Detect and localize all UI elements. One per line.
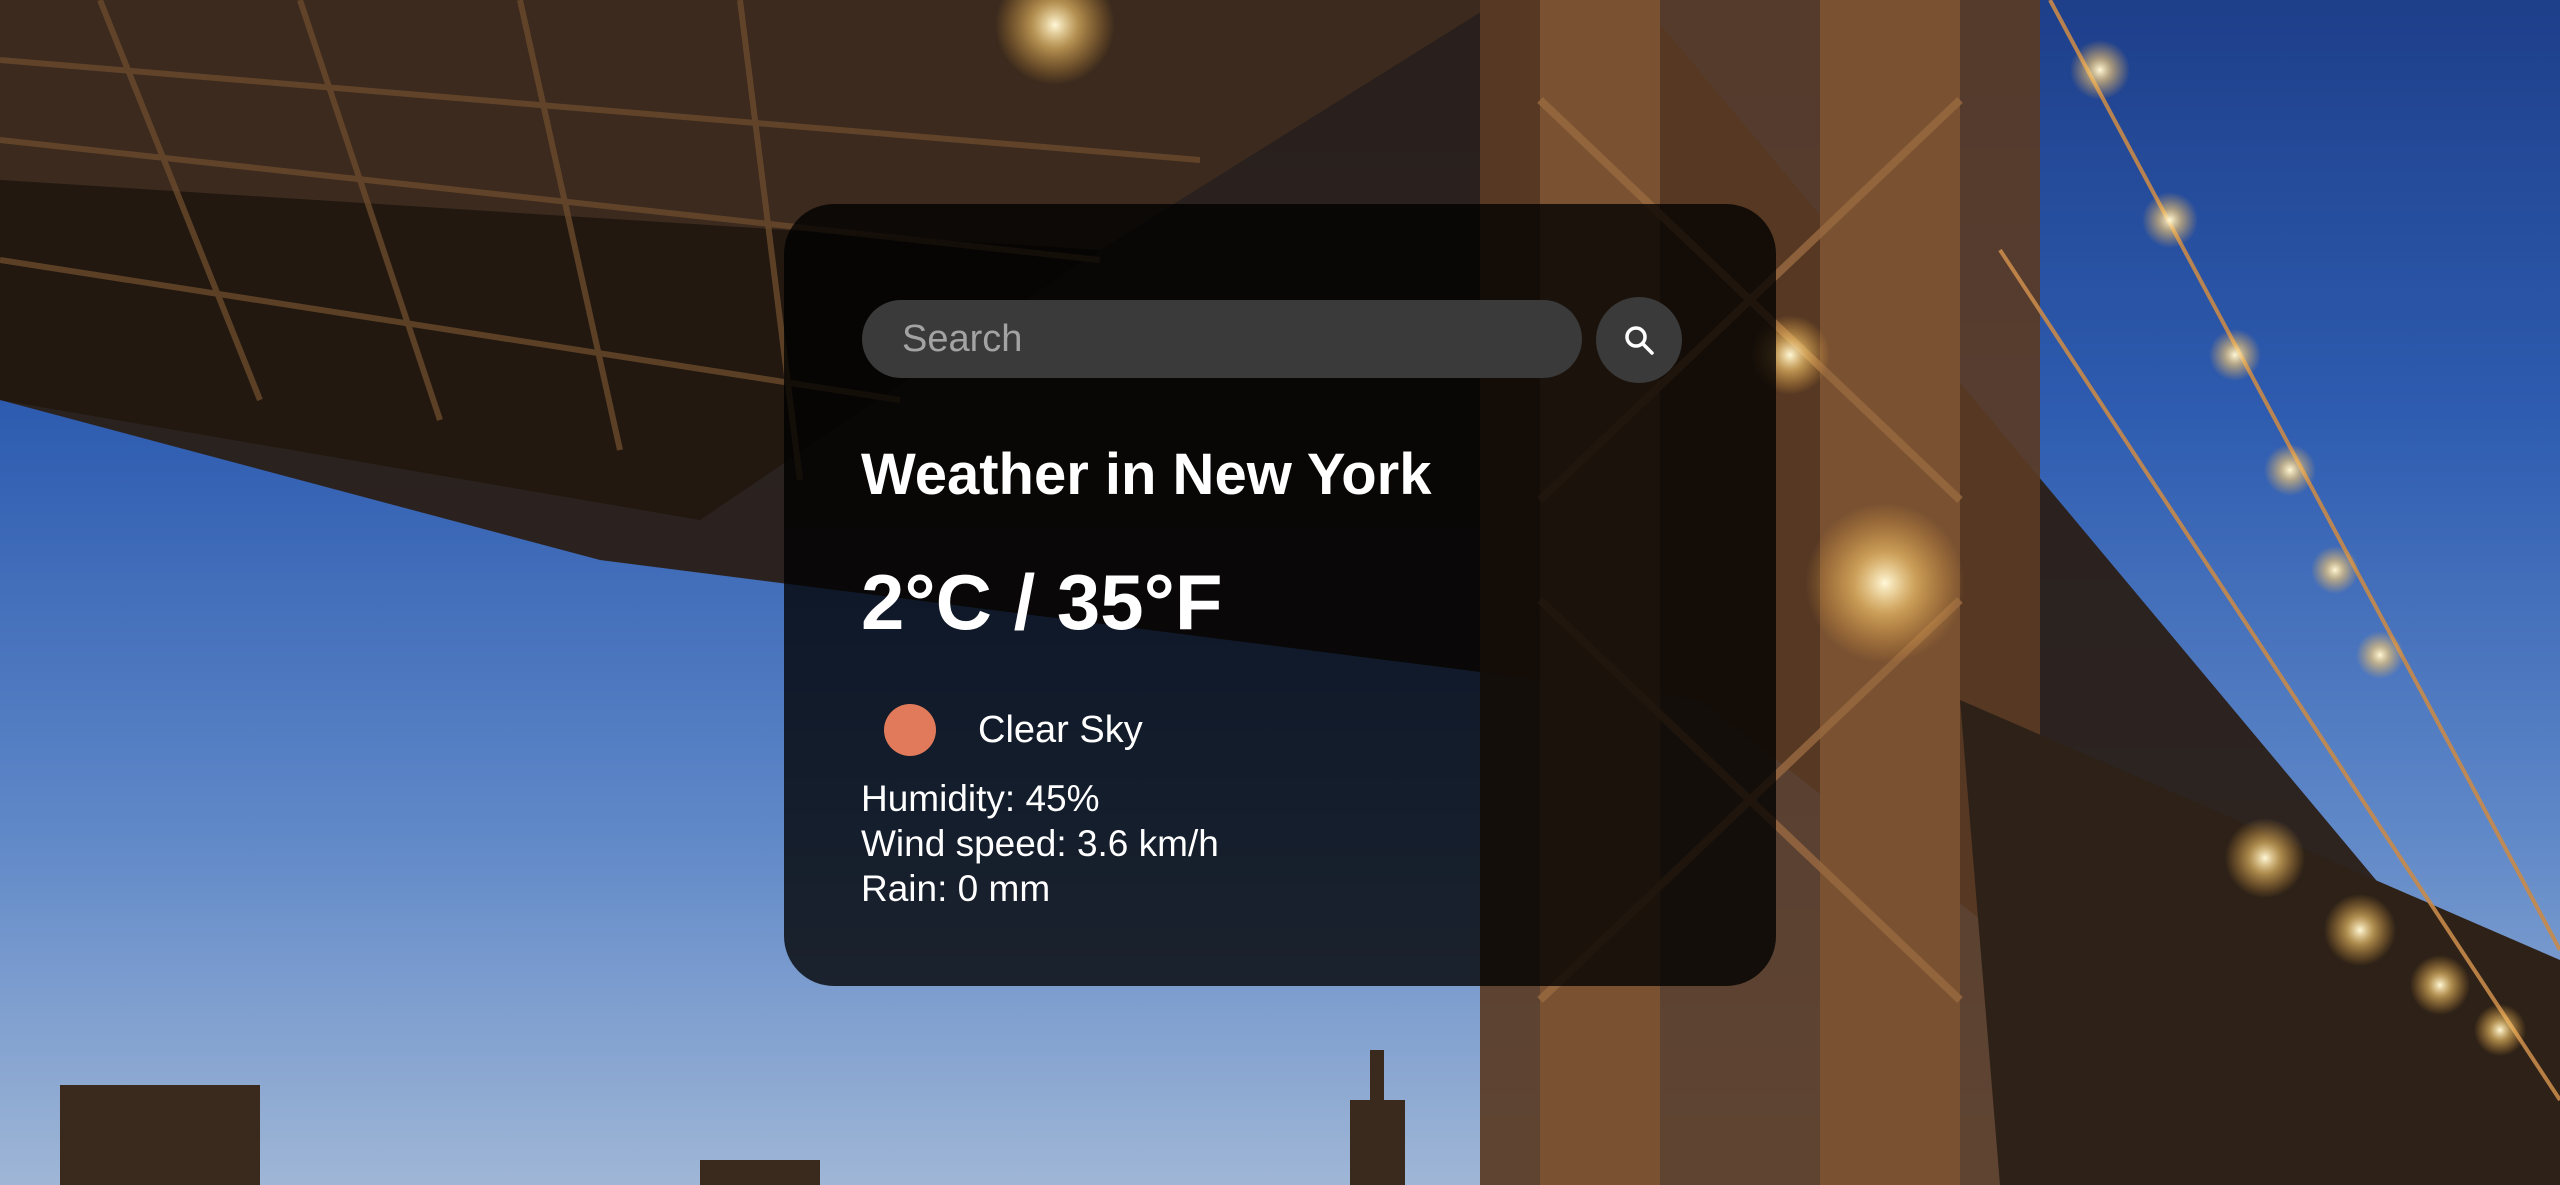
clear-sky-icon [884,704,936,756]
search-input[interactable] [862,300,1582,378]
condition-label: Clear Sky [978,708,1143,751]
rain: Rain: 0 mm [861,868,1051,909]
weather-card: Weather in New York 2°C / 35°F Clear Sky… [784,204,1776,986]
search-icon [1622,323,1656,357]
temperature: 2°C / 35°F [861,558,1223,646]
search-bar [862,297,1690,383]
humidity: Humidity: 45% [861,778,1100,819]
city-title: Weather in New York [861,442,1432,507]
weather-details: Humidity: 45% Wind speed: 3.6 km/h Rain:… [861,776,1219,911]
search-button[interactable] [1596,297,1682,383]
wind-speed: Wind speed: 3.6 km/h [861,823,1219,864]
weather-condition: Clear Sky [884,702,1143,758]
